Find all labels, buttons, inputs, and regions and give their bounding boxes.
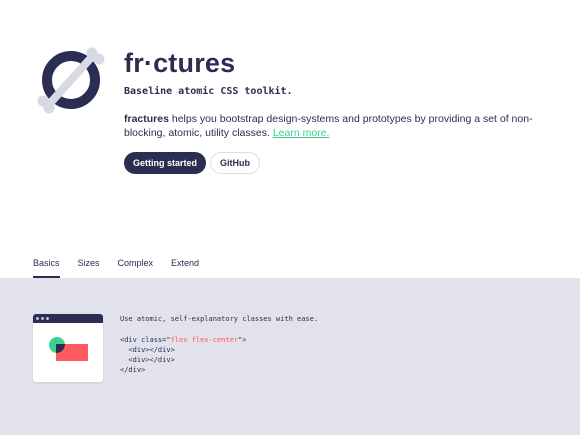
github-button[interactable]: GitHub (210, 152, 260, 174)
tagline: Baseline atomic CSS toolkit. (124, 86, 293, 97)
code-token: <div class=" (120, 336, 171, 344)
window-titlebar (33, 314, 103, 323)
tab-sizes[interactable]: Sizes (78, 258, 100, 278)
code-class-string: flex flex-center (170, 336, 239, 344)
window-dot-icon (46, 317, 49, 320)
tab-extend[interactable]: Extend (171, 258, 199, 278)
fractured-bone-logo-icon (37, 47, 105, 114)
tab-bar: Basics Sizes Complex Extend (33, 258, 217, 278)
example-intro: Use atomic, self-explanatory classes wit… (120, 315, 319, 323)
brand-name: fractures (124, 113, 169, 125)
tab-complex[interactable]: Complex (118, 258, 154, 278)
code-token: "> (238, 336, 247, 344)
description: fractures helps you bootstrap design-sys… (124, 112, 554, 140)
page-title: fr·ctures (124, 48, 236, 78)
code-line: <div></div> (120, 346, 175, 354)
tab-basics[interactable]: Basics (33, 258, 60, 278)
window-dot-icon (36, 317, 39, 320)
getting-started-button[interactable]: Getting started (124, 152, 206, 174)
window-dot-icon (41, 317, 44, 320)
hero-section: fr·ctures Baseline atomic CSS toolkit. f… (0, 0, 580, 240)
code-line: <div class="flex flex-center"> (120, 335, 318, 345)
code-line: </div> (120, 366, 146, 374)
code-line: <div></div> (120, 356, 175, 364)
flex-center-illustration (33, 314, 103, 382)
code-example: Use atomic, self-explanatory classes wit… (120, 314, 318, 375)
learn-more-link[interactable]: Learn more. (273, 127, 330, 139)
